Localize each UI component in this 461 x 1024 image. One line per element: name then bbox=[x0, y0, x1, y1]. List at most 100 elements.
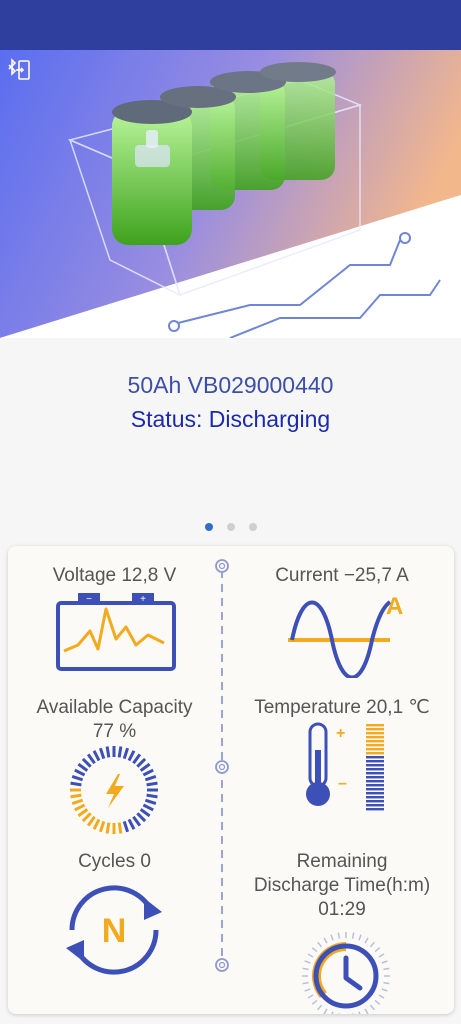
clock-tick bbox=[304, 988, 311, 992]
clock-tick bbox=[304, 960, 311, 964]
svg-text:+: + bbox=[336, 725, 345, 742]
temperature-level-bar bbox=[366, 748, 384, 751]
svg-text:+: + bbox=[140, 594, 146, 605]
gauge-tick bbox=[127, 818, 136, 830]
clock-tick bbox=[374, 947, 381, 953]
gauge-tick bbox=[127, 750, 136, 762]
svg-text:A: A bbox=[386, 593, 403, 620]
temperature-level-bar bbox=[366, 752, 384, 755]
device-title: 50Ah VB029000440 bbox=[127, 372, 334, 398]
gauge-tick bbox=[92, 818, 101, 830]
temperature-level-bar bbox=[366, 744, 384, 747]
gauge-tick bbox=[98, 747, 106, 760]
gauge-tick bbox=[146, 793, 158, 799]
gauge-tick bbox=[142, 803, 154, 812]
hero-image bbox=[0, 50, 461, 338]
clock-tick bbox=[378, 994, 385, 999]
clock-tick bbox=[351, 932, 355, 939]
temperature-level-bar bbox=[366, 788, 384, 791]
clock-tick bbox=[317, 941, 323, 948]
gauge-tick bbox=[86, 753, 96, 765]
capacity-value: 77 % bbox=[92, 721, 137, 742]
page-dot-2[interactable] bbox=[226, 523, 235, 531]
gauge-tick bbox=[105, 746, 111, 758]
temperature-label: Temperature 20,1 ℃ bbox=[254, 697, 430, 718]
gauge-tick bbox=[136, 812, 147, 823]
temperature-level-bar bbox=[366, 792, 384, 795]
temperature-level-bar bbox=[366, 772, 384, 775]
gauge-tick bbox=[81, 757, 92, 768]
bluetooth-disconnect-icon[interactable] bbox=[6, 58, 32, 82]
battery-voltage-icon: − + bbox=[56, 593, 176, 671]
clock-tick bbox=[358, 934, 362, 941]
clock-tick bbox=[381, 960, 388, 964]
temperature-level-bar bbox=[366, 768, 384, 771]
clock-tick bbox=[369, 1004, 375, 1011]
temperature-level-bar bbox=[366, 764, 384, 767]
gauge-tick bbox=[105, 822, 111, 834]
temperature-level-bar bbox=[366, 724, 384, 727]
clock-tick bbox=[374, 999, 381, 1005]
clock-tick bbox=[307, 953, 314, 958]
divider-ring-middle bbox=[215, 760, 229, 774]
remaining-value: 01:29 bbox=[318, 899, 366, 920]
clock-tick bbox=[311, 999, 318, 1005]
gauge-tick bbox=[92, 750, 101, 762]
metrics-card: Voltage 12,8 V − + Current −25,7 A A Ava… bbox=[8, 546, 454, 1014]
current-label: Current −25,7 A bbox=[275, 565, 409, 586]
temperature-level-bar bbox=[366, 776, 384, 779]
cycles-label: Cycles 0 bbox=[78, 851, 151, 872]
remaining-label: Remaining bbox=[296, 851, 388, 872]
temperature-level-bar bbox=[366, 784, 384, 787]
temperature-level-bar bbox=[366, 756, 384, 759]
gauge-tick bbox=[146, 781, 158, 787]
cycle-n-icon: N bbox=[66, 885, 162, 975]
gauge-tick bbox=[74, 768, 86, 777]
clock-icon bbox=[302, 932, 390, 1014]
gauge-tick bbox=[132, 753, 142, 765]
clock-tick bbox=[330, 934, 334, 941]
temperature-level-bar bbox=[366, 740, 384, 743]
gauge-tick bbox=[144, 774, 157, 782]
gauge-tick bbox=[98, 820, 106, 833]
gauge-tick bbox=[132, 815, 142, 827]
remaining-label-2: Discharge Time(h:m) bbox=[253, 875, 431, 896]
svg-text:−: − bbox=[86, 594, 92, 605]
capacity-gauge-icon bbox=[70, 746, 158, 834]
clock-tick bbox=[323, 1008, 328, 1014]
gauge-tick bbox=[142, 768, 154, 777]
clock-tick bbox=[358, 1011, 361, 1014]
page-dot-1[interactable] bbox=[204, 523, 213, 531]
temperature-level-bar bbox=[366, 796, 384, 799]
page-dot-3[interactable] bbox=[248, 523, 257, 531]
temperature-level-bar bbox=[366, 804, 384, 807]
clock-tick bbox=[331, 1011, 334, 1014]
thermometer-icon: + – bbox=[306, 722, 384, 811]
clock-tick bbox=[323, 937, 328, 944]
clock-tick bbox=[311, 947, 318, 953]
clock-tick bbox=[302, 967, 309, 971]
divider-ring-bottom bbox=[215, 958, 229, 972]
gauge-tick bbox=[86, 815, 96, 827]
temperature-level-bar bbox=[366, 800, 384, 803]
gauge-tick bbox=[71, 798, 84, 806]
gauge-tick bbox=[77, 808, 89, 818]
clock-tick bbox=[369, 941, 375, 948]
gauge-tick bbox=[122, 747, 130, 760]
gauge-tick bbox=[139, 808, 151, 818]
gauge-tick bbox=[136, 757, 147, 768]
gauge-tick bbox=[81, 812, 92, 823]
gauge-tick bbox=[117, 746, 123, 758]
status-text: Status: Discharging bbox=[130, 406, 331, 432]
clock-tick bbox=[338, 1013, 341, 1014]
cycle-letter: N bbox=[102, 912, 127, 950]
temperature-level-bar bbox=[366, 760, 384, 763]
clock-tick bbox=[351, 1013, 354, 1014]
status-bar bbox=[0, 0, 461, 50]
gauge-tick bbox=[144, 798, 157, 806]
gauge-tick bbox=[122, 820, 130, 833]
clock-tick bbox=[383, 981, 390, 985]
page-indicator[interactable] bbox=[0, 523, 461, 531]
temperature-level-bar bbox=[366, 780, 384, 783]
gauge-tick bbox=[139, 762, 151, 772]
